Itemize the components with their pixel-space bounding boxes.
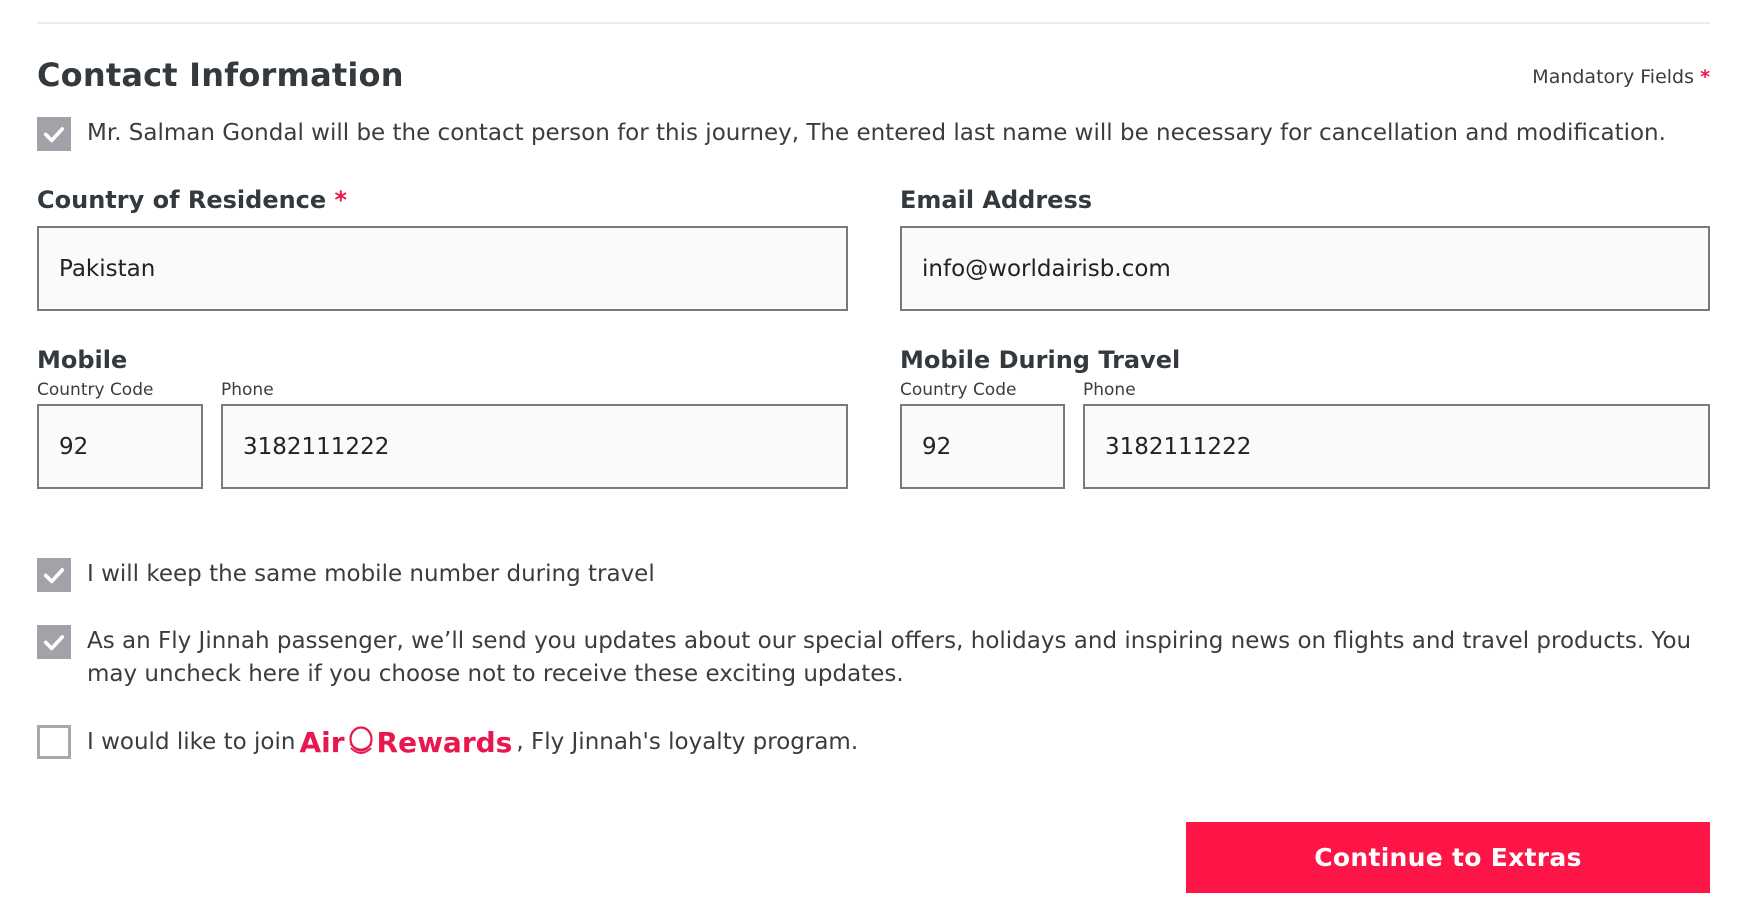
updates-checkbox[interactable] [37,625,71,659]
country-of-residence-field[interactable]: Pakistan [37,226,848,311]
mobile-phone-field[interactable]: 3182111222 [221,404,848,489]
mobile-during-travel-label: Mobile During Travel [900,346,1181,374]
same-mobile-text: I will keep the same mobile number durin… [87,561,655,587]
travel-phone-label: Phone [1083,380,1136,400]
required-star: * [334,186,348,214]
contact-person-checkbox[interactable] [37,117,71,151]
rewards-checkbox[interactable] [37,725,71,759]
mobile-label: Mobile [37,346,128,374]
required-star: * [1700,66,1710,88]
checkmark-icon [43,568,65,584]
mobile-country-code-field[interactable]: 92 [37,404,203,489]
rewards-text-before: I would like to join [87,728,296,755]
contact-person-option[interactable]: Mr. Salman Gondal will be the contact pe… [37,117,1666,151]
mandatory-fields-note: Mandatory Fields * [1532,66,1710,88]
top-divider [37,22,1710,24]
checkmark-icon [43,635,65,651]
rewards-option[interactable]: I would like to join Air Rewards , Fly J… [37,725,858,759]
brand-air: Air [299,725,345,759]
air-rewards-logo: Air Rewards [299,725,512,759]
country-label: Country of Residence * [37,186,347,214]
section-title: Contact Information [37,56,404,94]
rewards-text-after: , Fly Jinnah's loyalty program. [516,728,859,755]
same-mobile-option[interactable]: I will keep the same mobile number durin… [37,558,655,592]
travel-country-code-field[interactable]: 92 [900,404,1065,489]
mobile-phone-label: Phone [221,380,274,400]
mandatory-fields-label: Mandatory Fields [1532,66,1695,88]
contact-person-text: Mr. Salman Gondal will be the contact pe… [87,120,1666,146]
country-label-text: Country of Residence [37,186,327,214]
checkmark-icon [43,127,65,143]
same-mobile-checkbox[interactable] [37,558,71,592]
coin-stack-icon [348,726,373,754]
travel-country-code-label: Country Code [900,380,1017,400]
brand-rewards: Rewards [376,725,513,759]
travel-phone-field[interactable]: 3182111222 [1083,404,1710,489]
mobile-country-code-label: Country Code [37,380,154,400]
updates-text: As an Fly Jinnah passenger, we’ll send y… [87,628,1692,687]
updates-option[interactable]: As an Fly Jinnah passenger, we’ll send y… [37,625,1710,691]
continue-to-extras-button[interactable]: Continue to Extras [1186,822,1710,893]
email-field[interactable]: info@worldairisb.com [900,226,1710,311]
email-label: Email Address [900,186,1093,214]
